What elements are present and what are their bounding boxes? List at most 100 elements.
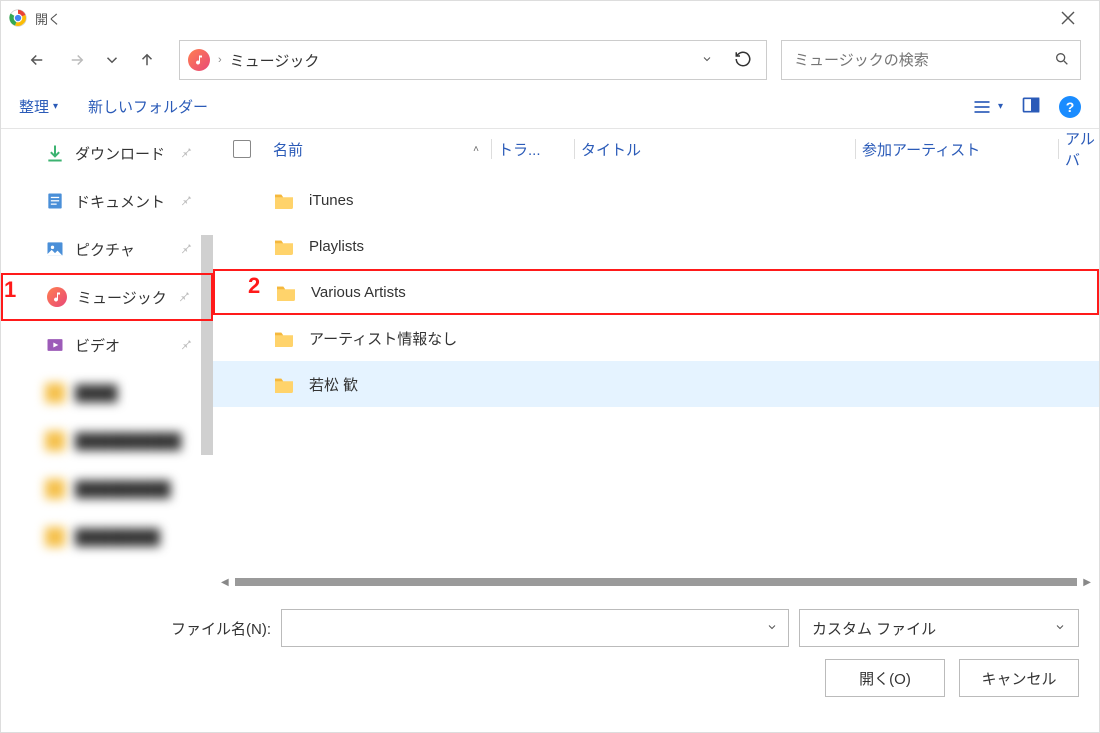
- music-location-icon: [188, 49, 210, 71]
- window-title: 開く: [35, 9, 61, 28]
- file-row-label: Various Artists: [311, 284, 406, 301]
- music-icon: [47, 287, 67, 307]
- horizontal-scrollbar[interactable]: ◀ ▶: [213, 573, 1099, 591]
- sidebar-item-hidden[interactable]: ██████████: [1, 417, 213, 465]
- scroll-left-icon[interactable]: ◀: [221, 577, 229, 588]
- file-rows: iTunes Playlists Various Artists アーティスト情…: [213, 169, 1099, 573]
- folder-icon: [273, 237, 295, 255]
- file-row-various-artists[interactable]: Various Artists: [213, 269, 1099, 315]
- folder-icon: [45, 479, 65, 499]
- folder-icon: [273, 375, 295, 393]
- folder-icon: [275, 283, 297, 301]
- address-bar[interactable]: › ミュージック: [179, 40, 767, 80]
- sidebar-item-hidden[interactable]: █████████: [1, 465, 213, 513]
- filetype-label: カスタム ファイル: [812, 618, 936, 639]
- sidebar-item-hidden[interactable]: ████████: [1, 513, 213, 561]
- sidebar-item-label: █████████: [75, 481, 171, 498]
- up-button[interactable]: [129, 42, 165, 78]
- open-button[interactable]: 開く(O): [825, 659, 945, 697]
- file-row-label: アーティスト情報なし: [309, 328, 457, 349]
- pin-icon: [179, 337, 193, 354]
- file-row[interactable]: 若松 歓: [213, 361, 1099, 407]
- chevron-down-icon[interactable]: [766, 621, 778, 636]
- download-icon: [45, 143, 65, 163]
- sort-asc-icon: ˄: [473, 144, 479, 155]
- footer: ファイル名(N): カスタム ファイル 開く(O) キャンセル: [1, 591, 1099, 711]
- file-row-label: Playlists: [309, 238, 364, 255]
- file-row[interactable]: iTunes: [213, 177, 1099, 223]
- close-button[interactable]: [1045, 1, 1091, 35]
- chevron-down-icon: ▾: [998, 101, 1003, 112]
- chevron-down-icon: ▾: [53, 101, 58, 112]
- toolbar: 整理 ▾ 新しいフォルダー ▾ ?: [1, 85, 1099, 129]
- recent-dropdown[interactable]: [99, 42, 125, 78]
- file-row-label: 若松 歓: [309, 374, 358, 395]
- column-headers: 名前 ˄ トラ... タイトル 参加アーティスト アルバ: [213, 129, 1099, 169]
- nav-bar: › ミュージック: [1, 35, 1099, 85]
- sidebar-item-documents[interactable]: ドキュメント: [1, 177, 213, 225]
- folder-icon: [45, 527, 65, 547]
- sidebar-item-label: ビデオ: [75, 335, 120, 356]
- search-input[interactable]: [792, 51, 1054, 70]
- sidebar-item-label: ミュージック: [77, 287, 167, 308]
- file-row-label: iTunes: [309, 192, 353, 209]
- select-all-checkbox[interactable]: [233, 140, 273, 158]
- view-button[interactable]: ▾: [972, 97, 1003, 117]
- document-icon: [45, 191, 65, 211]
- sidebar-item-label: ドキュメント: [75, 191, 165, 212]
- file-list-pane: 名前 ˄ トラ... タイトル 参加アーティスト アルバ iTunes: [213, 129, 1099, 591]
- filetype-select[interactable]: カスタム ファイル: [799, 609, 1079, 647]
- column-album[interactable]: アルバ: [1065, 128, 1099, 170]
- body: ダウンロード ドキュメント ピクチャ ミュージック: [1, 129, 1099, 591]
- sidebar-item-pictures[interactable]: ピクチャ: [1, 225, 213, 273]
- refresh-button[interactable]: [728, 50, 758, 71]
- chevron-down-icon: [1054, 621, 1066, 636]
- new-folder-button[interactable]: 新しいフォルダー: [88, 96, 208, 117]
- cancel-button[interactable]: キャンセル: [959, 659, 1079, 697]
- sidebar-item-hidden[interactable]: ████: [1, 369, 213, 417]
- sidebar-item-label: ダウンロード: [75, 143, 165, 164]
- address-dropdown-icon[interactable]: [694, 53, 720, 68]
- sidebar: ダウンロード ドキュメント ピクチャ ミュージック: [1, 129, 213, 591]
- pin-icon: [179, 145, 193, 162]
- annotation-1: 1: [4, 277, 16, 303]
- chrome-icon: [9, 9, 27, 27]
- organize-label: 整理: [19, 96, 49, 117]
- column-name[interactable]: 名前 ˄: [273, 139, 485, 160]
- organize-button[interactable]: 整理 ▾: [19, 96, 58, 117]
- sidebar-item-label: ピクチャ: [75, 239, 135, 260]
- folder-icon: [273, 329, 295, 347]
- help-button[interactable]: ?: [1059, 96, 1081, 118]
- filename-input[interactable]: [281, 609, 789, 647]
- scroll-right-icon[interactable]: ▶: [1083, 577, 1091, 588]
- titlebar: 開く: [1, 1, 1099, 35]
- sidebar-item-videos[interactable]: ビデオ: [1, 321, 213, 369]
- pin-icon: [177, 289, 191, 306]
- filename-label: ファイル名(N):: [171, 618, 271, 639]
- pin-icon: [179, 193, 193, 210]
- column-track[interactable]: トラ...: [498, 139, 568, 160]
- column-title[interactable]: タイトル: [581, 139, 849, 160]
- video-icon: [45, 335, 65, 355]
- sidebar-item-label: ████: [75, 385, 118, 402]
- file-row[interactable]: Playlists: [213, 223, 1099, 269]
- file-row[interactable]: アーティスト情報なし: [213, 315, 1099, 361]
- sidebar-item-music[interactable]: ミュージック: [1, 273, 213, 321]
- picture-icon: [45, 239, 65, 259]
- breadcrumb-sep-icon: ›: [218, 54, 222, 66]
- folder-icon: [45, 431, 65, 451]
- search-icon[interactable]: [1054, 51, 1070, 70]
- column-name-label: 名前: [273, 139, 303, 160]
- forward-button[interactable]: [59, 42, 95, 78]
- folder-icon: [45, 383, 65, 403]
- back-button[interactable]: [19, 42, 55, 78]
- folder-icon: [273, 191, 295, 209]
- sidebar-item-downloads[interactable]: ダウンロード: [1, 129, 213, 177]
- sidebar-item-label: ██████████: [75, 433, 181, 450]
- column-artist[interactable]: 参加アーティスト: [862, 139, 1052, 160]
- search-box[interactable]: [781, 40, 1081, 80]
- breadcrumb-location[interactable]: ミュージック: [230, 50, 320, 71]
- preview-pane-button[interactable]: [1021, 95, 1041, 118]
- sidebar-item-label: ████████: [75, 529, 160, 546]
- pin-icon: [179, 241, 193, 258]
